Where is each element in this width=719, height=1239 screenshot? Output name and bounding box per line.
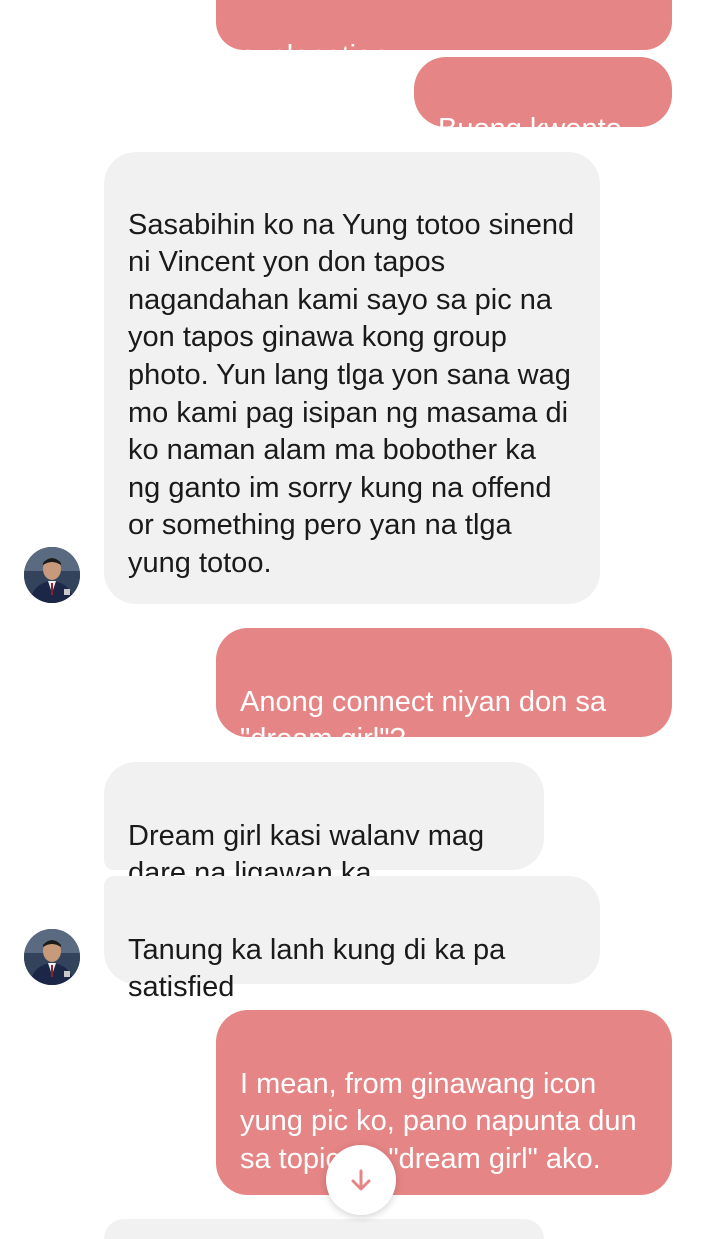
message-bubble-outgoing[interactable]: I mean, from ginawang icon yung pic ko, … [216,1010,672,1195]
message-bubble-incoming[interactable]: Dream girl kasi walanv mag dare na ligaw… [104,762,544,889]
message-bubble-incoming-partial[interactable] [104,1219,544,1239]
message-text: Sasabihin ko na Yung totoo sinend ni Vin… [128,208,575,579]
arrow-down-icon [351,1169,371,1191]
avatar[interactable] [24,929,80,985]
message-text: Tanung ka lanh kung di ka pa satisfied [128,933,506,1004]
message-text: Anong connect niyan don sa "dream girl"? [240,685,606,756]
message-text: Buong kwento. [438,112,630,145]
avatar-photo [24,929,80,985]
message-text: explanation. [240,39,397,72]
message-bubble-outgoing[interactable]: Buong kwento. [414,57,672,145]
message-bubble-incoming[interactable]: Tanung ka lanh kung di ka pa satisfied [104,876,600,1003]
avatar-photo [24,547,80,603]
message-bubble-outgoing[interactable]: Anong connect niyan don sa "dream girl"? [216,628,672,755]
scroll-to-bottom-button[interactable] [326,1145,396,1215]
avatar[interactable] [24,547,80,603]
message-bubble-outgoing[interactable]: explanation. [216,0,672,72]
message-bubble-incoming[interactable]: Sasabihin ko na Yung totoo sinend ni Vin… [104,152,600,604]
message-text: I mean, from ginawang icon yung pic ko, … [240,1067,637,1175]
